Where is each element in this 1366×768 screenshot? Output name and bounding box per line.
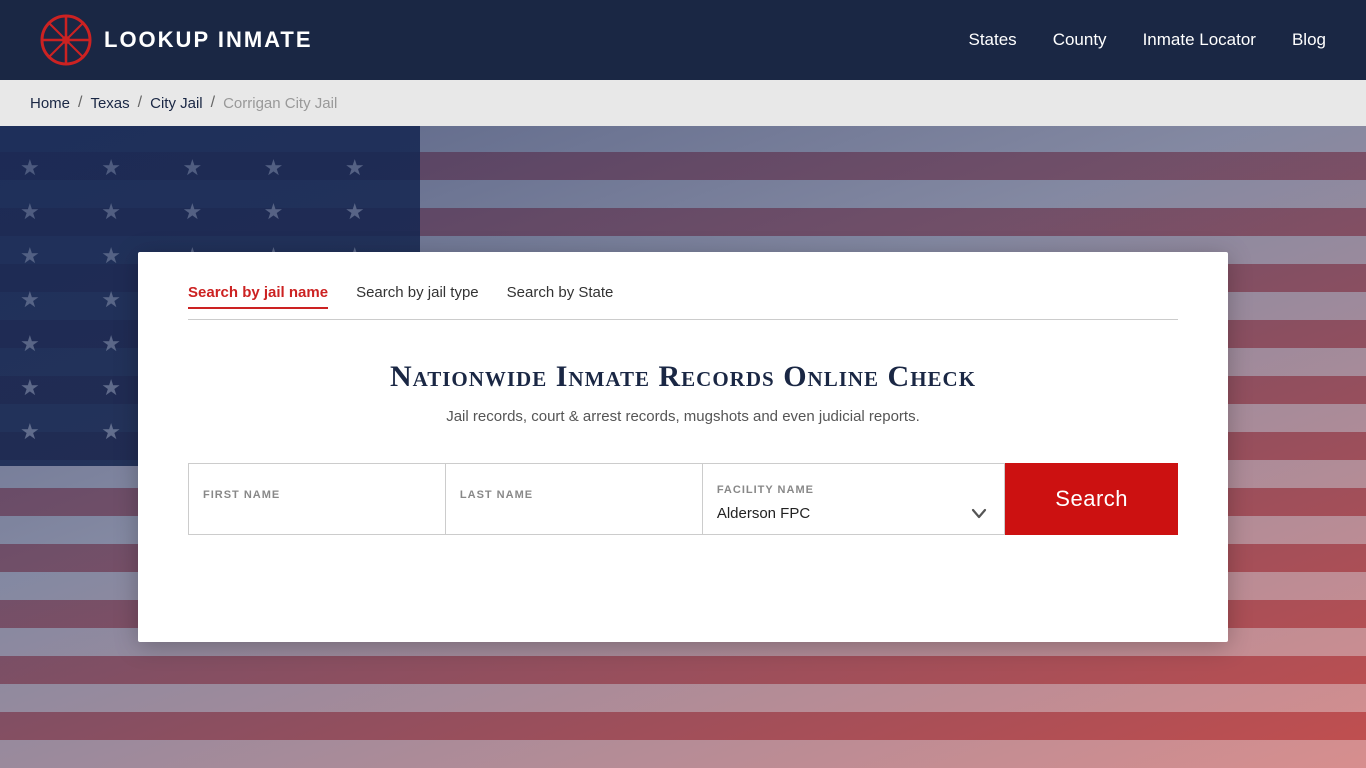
tab-state[interactable]: Search by State [507,284,614,309]
tab-jail-type[interactable]: Search by jail type [356,284,479,309]
search-tabs: Search by jail name Search by jail type … [188,284,1178,320]
search-form: FIRST NAME LAST NAME FACILITY NAME Alder… [188,463,1178,535]
facility-select-row[interactable]: Alderson FPC [717,502,990,524]
breadcrumb-current: Corrigan City Jail [223,95,337,112]
nav-county[interactable]: County [1053,30,1107,50]
first-name-label: FIRST NAME [203,489,431,501]
tab-jail-name[interactable]: Search by jail name [188,284,328,309]
breadcrumb-sep-3: / [211,94,215,112]
first-name-field: FIRST NAME [188,463,446,535]
logo-text: LOOKUP INMATE [104,27,313,53]
last-name-label: LAST NAME [460,489,688,501]
breadcrumb-texas[interactable]: Texas [90,95,129,112]
nav-states[interactable]: States [968,30,1016,50]
chevron-down-icon[interactable] [968,502,990,524]
navbar: LOOKUP INMATE States County Inmate Locat… [0,0,1366,80]
card-title: Nationwide Inmate Records Online Check [188,360,1178,394]
breadcrumb-home[interactable]: Home [30,95,70,112]
breadcrumb-city-jail[interactable]: City Jail [150,95,203,112]
search-button[interactable]: Search [1005,463,1178,535]
nav-inmate-locator[interactable]: Inmate Locator [1143,30,1256,50]
facility-field: FACILITY NAME Alderson FPC [703,463,1005,535]
hero: ★ ★ ★ ★ ★ ★ ★ ★ ★ ★ ★ ★ ★ ★ ★ ★ ★ ★ ★ ★ … [0,126,1366,768]
nav-links: States County Inmate Locator Blog [968,30,1326,50]
nav-blog[interactable]: Blog [1292,30,1326,50]
facility-value: Alderson FPC [717,505,810,522]
search-card: Search by jail name Search by jail type … [138,252,1228,642]
facility-label: FACILITY NAME [717,484,990,496]
logo[interactable]: LOOKUP INMATE [40,14,313,66]
breadcrumb: Home / Texas / City Jail / Corrigan City… [0,80,1366,126]
last-name-input[interactable] [460,507,688,524]
breadcrumb-sep-2: / [138,94,142,112]
logo-icon [40,14,92,66]
first-name-input[interactable] [203,507,431,524]
breadcrumb-sep-1: / [78,94,82,112]
card-subtitle: Jail records, court & arrest records, mu… [188,408,1178,425]
last-name-field: LAST NAME [446,463,703,535]
